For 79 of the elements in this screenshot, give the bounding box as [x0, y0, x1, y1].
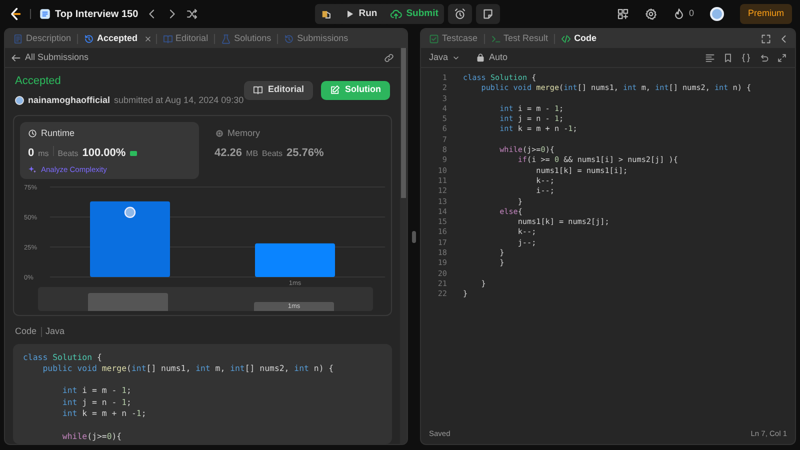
problem-list-link[interactable]: Top Interview 150 — [39, 6, 138, 22]
notes-button[interactable] — [476, 4, 500, 24]
edit-icon — [330, 85, 340, 95]
code-line: class Solution { — [23, 352, 103, 363]
beats-value: 100.00% — [82, 146, 126, 160]
grid-icon[interactable] — [616, 8, 629, 20]
streak-counter[interactable]: 0 — [672, 7, 694, 21]
logo-icon — [8, 7, 22, 21]
book-icon — [252, 85, 263, 95]
history-icon — [84, 34, 94, 44]
book-icon — [162, 34, 173, 44]
badge-icon — [130, 150, 137, 156]
list-icon — [39, 8, 51, 20]
bookmark-icon[interactable] — [723, 52, 733, 62]
beats-label: Beats — [58, 148, 78, 160]
terminal-icon — [490, 34, 501, 44]
arrow-left-icon — [11, 52, 21, 62]
editorial-button[interactable]: Editorial — [244, 80, 313, 100]
avatar-icon — [15, 96, 24, 105]
code-line: public void merge(int[] nums1, int m, int[] nums2, int n) { — [42, 362, 335, 374]
flask-icon — [221, 34, 232, 44]
shuffle-icon[interactable] — [186, 8, 198, 20]
sparkle-icon — [28, 165, 37, 174]
tab[interactable]: Description — [11, 32, 74, 46]
submission-time: submitted at Aug 14, 2024 09:30 — [114, 94, 244, 107]
play-icon — [344, 9, 355, 19]
tab[interactable]: Code — [559, 32, 599, 46]
avatar-icon[interactable] — [710, 7, 724, 21]
metric-value: 0 — [28, 146, 34, 160]
code-line: int j = n - 1; — [61, 396, 132, 408]
history-icon — [284, 34, 294, 44]
undo-icon[interactable] — [759, 52, 769, 62]
note-icon — [482, 8, 494, 20]
metric-title: Memory — [228, 127, 260, 140]
tab[interactable]: Editorial — [160, 32, 210, 46]
checkbox-icon — [429, 34, 439, 44]
expand-icon[interactable] — [777, 52, 787, 62]
fullscreen-icon[interactable] — [761, 34, 771, 44]
language-dropdown[interactable]: Java — [429, 50, 460, 64]
braces-icon[interactable] — [741, 52, 751, 62]
code-label: Code — [15, 325, 37, 338]
unit-label: MB — [246, 148, 258, 160]
resize-handle[interactable] — [412, 230, 416, 242]
tab[interactable]: Accepted — [82, 32, 140, 46]
code-line: while(j>=0){ — [61, 430, 123, 442]
metric-panel[interactable]: Memory 42.26 MB Beats 25.76% — [206, 122, 385, 179]
unit-label: ms — [38, 148, 49, 160]
metric-title: Runtime — [41, 127, 75, 140]
tab[interactable]: Test Result — [488, 32, 550, 46]
link-icon[interactable] — [384, 52, 394, 62]
beats-value: 25.76% — [286, 146, 324, 160]
clock-icon — [28, 129, 37, 138]
mode-label: Auto — [489, 50, 508, 64]
chip-icon — [214, 129, 224, 138]
status-label: Accepted — [15, 74, 62, 89]
tab[interactable]: Solutions — [219, 32, 274, 46]
scrollbar[interactable] — [400, 48, 407, 444]
caret-icon — [452, 54, 460, 62]
premium-button[interactable]: Premium — [740, 4, 792, 24]
tab[interactable]: Testcase — [427, 32, 480, 46]
cloud-upload-icon — [390, 8, 402, 20]
avatar-icon — [124, 206, 136, 218]
back-link[interactable]: All Submissions — [11, 50, 89, 64]
close-icon[interactable] — [144, 34, 152, 42]
author-link[interactable]: nainamoghaofficial — [28, 94, 110, 107]
lock-icon — [476, 53, 486, 62]
flame-icon — [672, 8, 685, 20]
format-icon[interactable] — [705, 52, 715, 62]
settings-icon[interactable] — [644, 8, 657, 20]
document-icon — [13, 34, 23, 44]
tab[interactable]: Submissions — [282, 32, 350, 46]
language-label: Java — [46, 325, 65, 338]
code-line: int i = m - 1; — [61, 385, 132, 397]
timer-button[interactable] — [448, 4, 472, 24]
metric-value: 42.26 — [214, 146, 242, 160]
alarm-clock-icon — [454, 8, 466, 20]
code-line: int k = m + n -1; — [61, 408, 148, 420]
beats-label: Beats — [262, 148, 282, 160]
code-icon — [561, 34, 572, 44]
